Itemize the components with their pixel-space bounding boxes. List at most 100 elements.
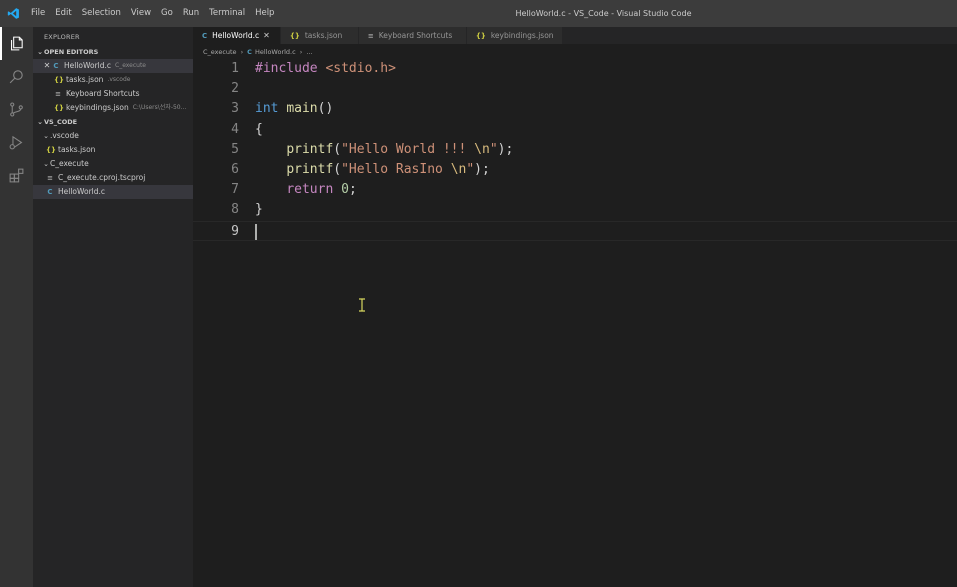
chevron-down-icon: ⌄ bbox=[43, 160, 49, 168]
tree-item-label: HelloWorld.c bbox=[58, 187, 106, 196]
line-number: 3 bbox=[231, 101, 239, 117]
tree-item-helloworld[interactable]: C HelloWorld.c bbox=[33, 185, 193, 199]
tree-item-cproj[interactable]: ≡ C_execute.cproj.tscproj bbox=[33, 171, 193, 185]
breadcrumb-more[interactable]: ... bbox=[306, 48, 312, 56]
line-number: 9 bbox=[231, 223, 239, 239]
c-file-icon: C bbox=[202, 31, 208, 40]
code-line: 1 #include <stdio.h> bbox=[193, 59, 957, 79]
title-bar: File Edit Selection View Go Run Terminal… bbox=[0, 0, 957, 27]
close-icon[interactable]: ✕ bbox=[263, 31, 270, 40]
open-editor-desc: .vscode bbox=[107, 76, 131, 83]
open-editor-item-tasks[interactable]: {} tasks.json .vscode bbox=[33, 73, 193, 87]
menu-edit[interactable]: Edit bbox=[50, 0, 76, 27]
code-line: 8 } bbox=[193, 200, 957, 220]
vscode-logo-icon bbox=[0, 0, 26, 27]
json-file-icon: {} bbox=[475, 31, 486, 40]
code-text: int main() bbox=[255, 101, 334, 117]
tab-label: HelloWorld.c bbox=[212, 31, 260, 40]
tree-item-tasks-json[interactable]: {} tasks.json bbox=[33, 143, 193, 157]
line-number: 6 bbox=[231, 161, 239, 177]
breadcrumb-folder[interactable]: C_execute bbox=[203, 48, 237, 56]
keyboard-shortcuts-icon: ≡ bbox=[55, 90, 61, 98]
menu-selection[interactable]: Selection bbox=[77, 0, 126, 27]
code-line: 7 return 0; bbox=[193, 180, 957, 200]
chevron-down-icon: ⌄ bbox=[37, 118, 43, 126]
keyboard-shortcuts-icon: ≡ bbox=[367, 31, 374, 40]
c-file-icon: C bbox=[47, 188, 53, 196]
tab-tasks-json[interactable]: {} tasks.json bbox=[280, 27, 359, 44]
line-number: 8 bbox=[231, 202, 239, 218]
tree-item-label: .vscode bbox=[50, 131, 79, 140]
open-editor-name: tasks.json bbox=[66, 75, 104, 84]
source-control-icon[interactable] bbox=[0, 93, 33, 126]
line-number: 7 bbox=[231, 182, 239, 198]
menu-terminal[interactable]: Terminal bbox=[204, 0, 250, 27]
code-line: 6 printf("Hello RasIno \n"); bbox=[193, 160, 957, 180]
activity-bar bbox=[0, 27, 33, 587]
open-editor-item-helloworld[interactable]: ✕ C HelloWorld.c C_execute bbox=[33, 59, 193, 73]
line-number: 5 bbox=[231, 141, 239, 157]
menu-file[interactable]: File bbox=[26, 0, 50, 27]
tab-label: Keyboard Shortcuts bbox=[378, 31, 453, 40]
line-number: 4 bbox=[231, 121, 239, 137]
open-editors-label: OPEN EDITORS bbox=[44, 48, 99, 56]
code-line: 2 bbox=[193, 79, 957, 99]
menu-help[interactable]: Help bbox=[250, 0, 279, 27]
tree-item-c-execute-folder[interactable]: ⌄ C_execute bbox=[33, 157, 193, 171]
menu-go[interactable]: Go bbox=[156, 0, 178, 27]
open-editors-header[interactable]: ⌄ OPEN EDITORS bbox=[33, 45, 193, 59]
tab-helloworld[interactable]: C HelloWorld.c ✕ bbox=[193, 27, 281, 44]
open-editor-name: keybindings.json bbox=[66, 103, 129, 112]
code-text: } bbox=[255, 202, 263, 218]
c-file-icon: C bbox=[53, 62, 59, 70]
explorer-icon[interactable] bbox=[0, 27, 33, 60]
open-editor-name: HelloWorld.c bbox=[64, 61, 112, 70]
chevron-down-icon: ⌄ bbox=[37, 48, 43, 56]
line-number: 2 bbox=[231, 81, 239, 97]
json-file-icon: {} bbox=[289, 31, 300, 40]
open-editor-item-keybindings[interactable]: {} keybindings.json C:\Users\선자-50... bbox=[33, 101, 193, 115]
extensions-icon[interactable] bbox=[0, 159, 33, 192]
code-line: 4 { bbox=[193, 120, 957, 140]
editor-tabs: C HelloWorld.c ✕ {} tasks.json ≡ Keyboar… bbox=[193, 27, 957, 44]
search-icon[interactable] bbox=[0, 60, 33, 93]
tab-label: tasks.json bbox=[304, 31, 343, 40]
breadcrumb: C_execute › C HelloWorld.c › ... bbox=[193, 44, 957, 59]
c-file-icon: C bbox=[247, 47, 252, 56]
code-text: { bbox=[255, 121, 263, 137]
open-editor-desc: C:\Users\선자-50... bbox=[132, 104, 187, 111]
workspace-header[interactable]: ⌄ VS_CODE bbox=[33, 115, 193, 129]
tab-keyboard-shortcuts[interactable]: ≡ Keyboard Shortcuts bbox=[358, 27, 467, 44]
menu-run[interactable]: Run bbox=[178, 0, 204, 27]
tree-item-label: tasks.json bbox=[58, 145, 96, 154]
line-number: 1 bbox=[231, 61, 239, 76]
code-text: printf("Hello RasIno \n"); bbox=[286, 161, 490, 177]
tab-label: keybindings.json bbox=[490, 31, 554, 40]
code-text: #include <stdio.h> bbox=[255, 61, 396, 76]
code-line-current: 9 bbox=[193, 220, 957, 241]
code-line: 3 int main() bbox=[193, 99, 957, 119]
chevron-right-icon: › bbox=[240, 47, 244, 56]
mouse-ibeam-icon bbox=[358, 297, 366, 312]
tree-item-vscode-folder[interactable]: ⌄ .vscode bbox=[33, 129, 193, 143]
chevron-right-icon: › bbox=[299, 47, 303, 56]
menu-view[interactable]: View bbox=[126, 0, 156, 27]
code-text: printf("Hello World !!! \n"); bbox=[286, 141, 514, 157]
text-cursor bbox=[255, 223, 257, 240]
code-editor[interactable]: 1 #include <stdio.h> 2 3 int main() 4 { … bbox=[193, 59, 957, 587]
code-line: 5 printf("Hello World !!! \n"); bbox=[193, 140, 957, 160]
explorer-sidebar: EXPLORER ⌄ OPEN EDITORS ✕ C HelloWorld.c… bbox=[33, 27, 193, 587]
breadcrumb-file[interactable]: HelloWorld.c bbox=[255, 48, 296, 56]
tree-item-label: C_execute.cproj.tscproj bbox=[58, 173, 146, 182]
project-file-icon: ≡ bbox=[47, 174, 53, 182]
tab-keybindings-json[interactable]: {} keybindings.json bbox=[466, 27, 563, 44]
json-file-icon: {} bbox=[46, 146, 56, 154]
close-icon[interactable]: ✕ bbox=[42, 59, 52, 73]
sidebar-title: EXPLORER bbox=[44, 33, 80, 41]
open-editor-item-keyboard-shortcuts[interactable]: ≡ Keyboard Shortcuts bbox=[33, 87, 193, 101]
code-text: return 0; bbox=[286, 182, 357, 198]
run-debug-icon[interactable] bbox=[0, 126, 33, 159]
open-editor-desc: C_execute bbox=[115, 62, 146, 69]
json-file-icon: {} bbox=[54, 104, 64, 112]
tree-item-label: C_execute bbox=[50, 159, 89, 168]
